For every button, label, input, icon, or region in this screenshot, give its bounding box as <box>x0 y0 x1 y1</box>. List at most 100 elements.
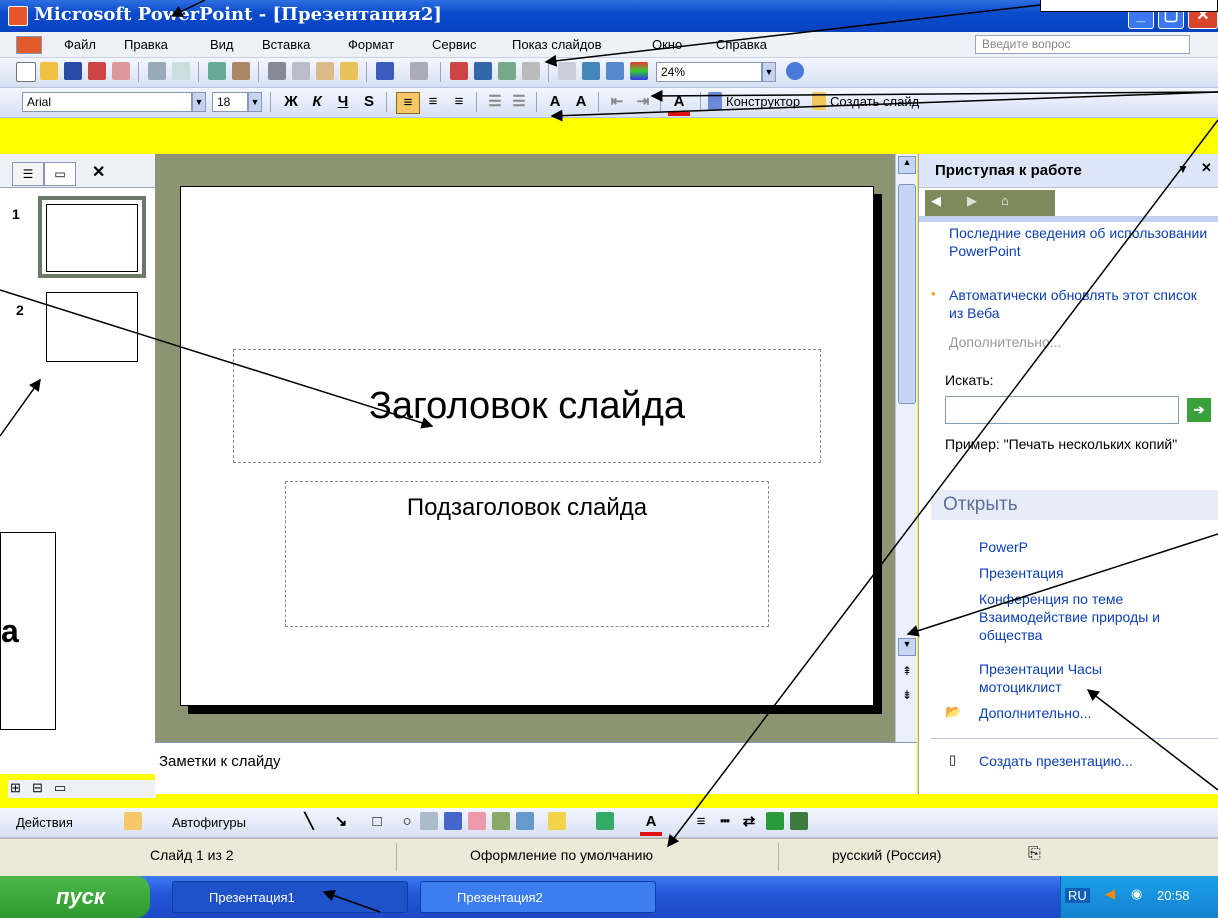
align-center-icon[interactable]: ≡ <box>422 92 444 112</box>
dash-style-icon[interactable]: ┅ <box>714 812 736 832</box>
recent-file-link[interactable]: Презентации Часы мотоциклист <box>979 660 1159 696</box>
search-go-icon[interactable]: ➔ <box>1187 398 1211 422</box>
scroll-thumb[interactable] <box>898 184 916 404</box>
paste-icon[interactable] <box>316 62 334 80</box>
oval-icon[interactable]: ○ <box>396 812 418 832</box>
select-pointer-icon[interactable] <box>124 812 142 830</box>
task-link[interactable]: Автоматически обновлять этот список из В… <box>949 286 1211 322</box>
recent-file-link[interactable]: PowerP <box>979 538 1028 556</box>
line-style-icon[interactable]: ≡ <box>690 812 712 832</box>
menu-edit[interactable]: Правка <box>124 37 168 52</box>
scroll-up-icon[interactable]: ▲ <box>898 156 916 174</box>
taskbar-item[interactable]: Презентация2 <box>420 881 656 913</box>
insert-table-icon[interactable] <box>474 62 492 80</box>
new-slide-icon[interactable] <box>812 92 826 110</box>
clipart-icon[interactable] <box>492 812 510 830</box>
new-slide-button[interactable]: Создать слайд <box>830 94 919 109</box>
task-pane-close-icon[interactable]: ✕ <box>1201 160 1212 176</box>
vertical-scrollbar[interactable]: ▲ ▼ ⇞ ⇟ <box>895 154 917 742</box>
tables-borders-icon[interactable] <box>498 62 516 80</box>
actions-menu[interactable]: Действия <box>16 815 73 830</box>
font-dropdown[interactable]: ▼ <box>192 92 206 112</box>
3d-style-icon[interactable] <box>790 812 808 830</box>
slide-sorter-icon[interactable]: ⊟ <box>32 780 43 796</box>
rectangle-icon[interactable]: □ <box>366 812 388 832</box>
shadow-style-icon[interactable] <box>766 812 784 830</box>
research-icon[interactable] <box>232 62 250 80</box>
underline-button[interactable]: Ч <box>332 92 354 112</box>
slide-subtitle-placeholder[interactable]: Подзаголовок слайда <box>285 481 769 627</box>
menu-help[interactable]: Справка <box>716 37 767 52</box>
menu-window[interactable]: Окно <box>652 37 682 52</box>
line-icon[interactable]: ╲ <box>298 812 320 832</box>
slide-canvas[interactable]: Заголовок слайда Подзаголовок слайда <box>180 186 874 706</box>
arrow-style-icon[interactable]: ⇄ <box>738 812 760 832</box>
open-folder-icon[interactable] <box>40 62 58 80</box>
color-grayscale-icon[interactable] <box>630 62 648 80</box>
bold-button[interactable]: Ж <box>280 92 302 112</box>
decrease-indent-icon[interactable]: ⇤ <box>606 92 628 112</box>
increase-font-icon[interactable]: A <box>544 92 566 112</box>
task-pane-menu-icon[interactable]: ▼ <box>1177 162 1189 176</box>
spelling-icon[interactable] <box>208 62 226 80</box>
autoshapes-menu[interactable]: Автофигуры <box>172 815 246 830</box>
slide-title-placeholder[interactable]: Заголовок слайда <box>233 349 821 463</box>
previous-slide-icon[interactable]: ⇞ <box>898 664 916 682</box>
zoom-dropdown[interactable]: ▼ <box>762 62 776 82</box>
tray-arrow-icon[interactable]: ◀ <box>1105 886 1115 902</box>
menu-format[interactable]: Формат <box>348 37 394 52</box>
save-icon[interactable] <box>64 62 82 80</box>
menu-tools[interactable]: Сервис <box>432 37 477 52</box>
italic-button[interactable]: К <box>306 92 328 112</box>
tab-outline[interactable]: ☰ <box>12 162 44 186</box>
print-icon[interactable] <box>148 62 166 80</box>
recent-file-link[interactable]: Конференция по теме Взаимодействие приро… <box>979 590 1209 644</box>
arrow-icon[interactable]: ↘ <box>330 812 352 832</box>
help-icon[interactable] <box>786 62 804 80</box>
more-open-link[interactable]: Дополнительно... <box>979 704 1091 722</box>
scroll-down-icon[interactable]: ▼ <box>898 638 916 656</box>
menu-view[interactable]: Вид <box>210 37 234 52</box>
shadow-button[interactable]: S <box>358 92 380 112</box>
menu-file[interactable]: Файл <box>64 37 96 52</box>
bullets-icon[interactable]: ☰ <box>508 92 530 112</box>
tray-app-icon[interactable]: ◉ <box>1131 886 1142 902</box>
normal-view-icon[interactable]: ⊞ <box>10 780 21 796</box>
font-color-icon[interactable]: A <box>668 92 690 116</box>
line-color-icon[interactable] <box>596 812 614 830</box>
new-doc-icon[interactable] <box>16 62 36 82</box>
menu-slideshow[interactable]: Показ слайдов <box>512 37 602 52</box>
zoom-select[interactable]: 24% <box>656 62 762 82</box>
slide-thumbnail[interactable] <box>38 196 146 278</box>
textbox-icon[interactable] <box>420 812 438 830</box>
font-size-dropdown[interactable]: ▼ <box>248 92 262 112</box>
powerpoint-app-icon[interactable] <box>8 6 28 26</box>
home-icon[interactable]: ⌂ <box>1001 193 1009 208</box>
notes-pane[interactable]: Заметки к слайду <box>155 742 917 794</box>
undo-icon[interactable] <box>376 62 394 80</box>
cut-icon[interactable] <box>268 62 286 80</box>
draw-font-color-icon[interactable]: A <box>640 812 662 836</box>
slide-thumbnail[interactable] <box>46 292 138 362</box>
print-preview-icon[interactable] <box>172 62 190 80</box>
back-icon[interactable]: ◀ <box>931 193 941 209</box>
designer-icon[interactable] <box>708 92 722 110</box>
wordart-icon[interactable] <box>444 812 462 830</box>
insert-chart-icon[interactable] <box>450 62 468 80</box>
more-link[interactable]: Дополнительно... <box>949 334 1061 350</box>
font-select[interactable]: Arial <box>22 92 192 112</box>
start-button[interactable]: пуск <box>0 876 150 918</box>
redo-icon[interactable] <box>410 62 428 80</box>
diagram-icon[interactable] <box>468 812 486 830</box>
picture-icon[interactable] <box>516 812 534 830</box>
permission-icon[interactable] <box>88 62 106 80</box>
grid-icon[interactable] <box>606 62 624 80</box>
increase-indent-icon[interactable]: ⇥ <box>632 92 654 112</box>
next-slide-icon[interactable]: ⇟ <box>898 688 916 706</box>
expand-all-icon[interactable] <box>558 62 576 80</box>
designer-button[interactable]: Конструктор <box>726 94 800 109</box>
help-search-input[interactable]: Введите вопрос <box>975 35 1190 54</box>
task-link[interactable]: Последние сведения об использовании Powe… <box>949 224 1211 260</box>
taskbar-item[interactable]: Презентация1 <box>172 881 408 913</box>
document-icon[interactable] <box>16 36 42 54</box>
